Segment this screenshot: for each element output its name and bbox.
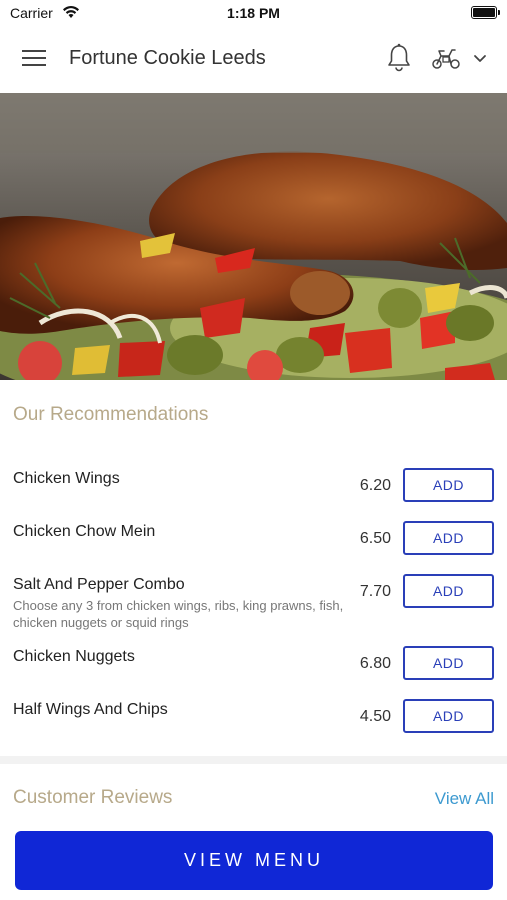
add-button[interactable]: ADD	[403, 699, 494, 733]
reviews-title: Customer Reviews	[13, 787, 173, 808]
menu-icon[interactable]	[22, 48, 48, 68]
item-name: Half Wings And Chips	[13, 701, 168, 718]
add-button[interactable]: ADD	[403, 468, 494, 502]
item-price: 6.50	[359, 530, 391, 547]
scooter-icon[interactable]	[431, 46, 461, 70]
item-price: 6.80	[359, 655, 391, 672]
add-button[interactable]: ADD	[403, 646, 494, 680]
restaurant-title: Fortune Cookie Leeds	[69, 47, 266, 69]
status-bar: Carrier 1:18 PM	[0, 0, 507, 26]
section-divider	[0, 756, 507, 764]
add-button[interactable]: ADD	[403, 574, 494, 608]
view-all-link[interactable]: View All	[435, 789, 494, 809]
battery-icon	[471, 6, 500, 19]
app-header: Fortune Cookie Leeds	[0, 26, 507, 93]
view-menu-button[interactable]: VIEW MENU	[15, 831, 493, 890]
bell-icon[interactable]	[386, 43, 412, 73]
add-button[interactable]: ADD	[403, 521, 494, 555]
item-name: Chicken Nuggets	[13, 648, 135, 665]
item-price: 6.20	[359, 477, 391, 494]
item-description: Choose any 3 from chicken wings, ribs, k…	[13, 598, 344, 630]
hero-image	[0, 93, 507, 380]
item-name: Salt And Pepper Combo	[13, 576, 185, 593]
item-price: 4.50	[359, 708, 391, 725]
item-price: 7.70	[359, 583, 391, 600]
chevron-down-icon[interactable]	[472, 52, 488, 64]
clock: 1:18 PM	[227, 5, 280, 21]
recommendations-title: Our Recommendations	[13, 404, 209, 425]
item-name: Chicken Wings	[13, 470, 120, 487]
item-name: Chicken Chow Mein	[13, 523, 156, 540]
